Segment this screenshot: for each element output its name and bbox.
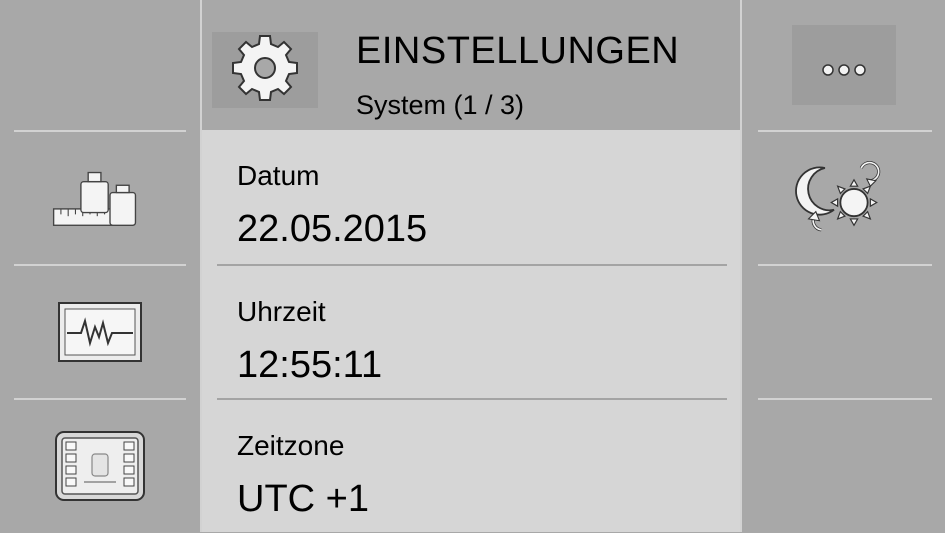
page-header: EINSTELLUNGEN System (1 / 3)	[202, 0, 740, 130]
setting-label: Datum	[237, 160, 320, 191]
page-subtitle: System (1 / 3)	[356, 90, 525, 120]
gear-icon	[230, 33, 300, 108]
monitor-button[interactable]	[0, 266, 200, 398]
page-title: EINSTELLUNGEN	[356, 30, 680, 72]
setting-item-time[interactable]: Uhrzeit 12:55:11	[202, 266, 740, 399]
day-night-button[interactable]	[742, 132, 945, 264]
settings-icon-button	[212, 32, 318, 108]
settings-list: Datum 22.05.2015 Uhrzeit 12:55:11 Zeitzo…	[202, 130, 740, 532]
terminal-button[interactable]	[0, 400, 200, 532]
monitor-waveform-icon	[50, 292, 150, 372]
setting-label: Uhrzeit	[237, 296, 326, 327]
empty-right-button[interactable]	[742, 400, 945, 532]
setting-item-date[interactable]: Datum 22.05.2015	[202, 130, 740, 263]
setting-value: UTC +1	[237, 478, 369, 520]
setting-value: 12:55:11	[237, 344, 383, 386]
more-dots-icon	[791, 25, 896, 105]
empty-right-button[interactable]	[742, 266, 945, 398]
weights-button[interactable]	[0, 132, 200, 264]
setting-label: Zeitzone	[237, 430, 345, 461]
setting-value: 22.05.2015	[237, 208, 428, 250]
setting-item-timezone[interactable]: Zeitzone UTC +1	[202, 400, 740, 533]
more-button[interactable]	[742, 0, 945, 130]
terminal-display-icon	[50, 426, 150, 506]
weights-scale-icon	[50, 158, 150, 238]
day-night-switch-icon	[794, 158, 894, 238]
